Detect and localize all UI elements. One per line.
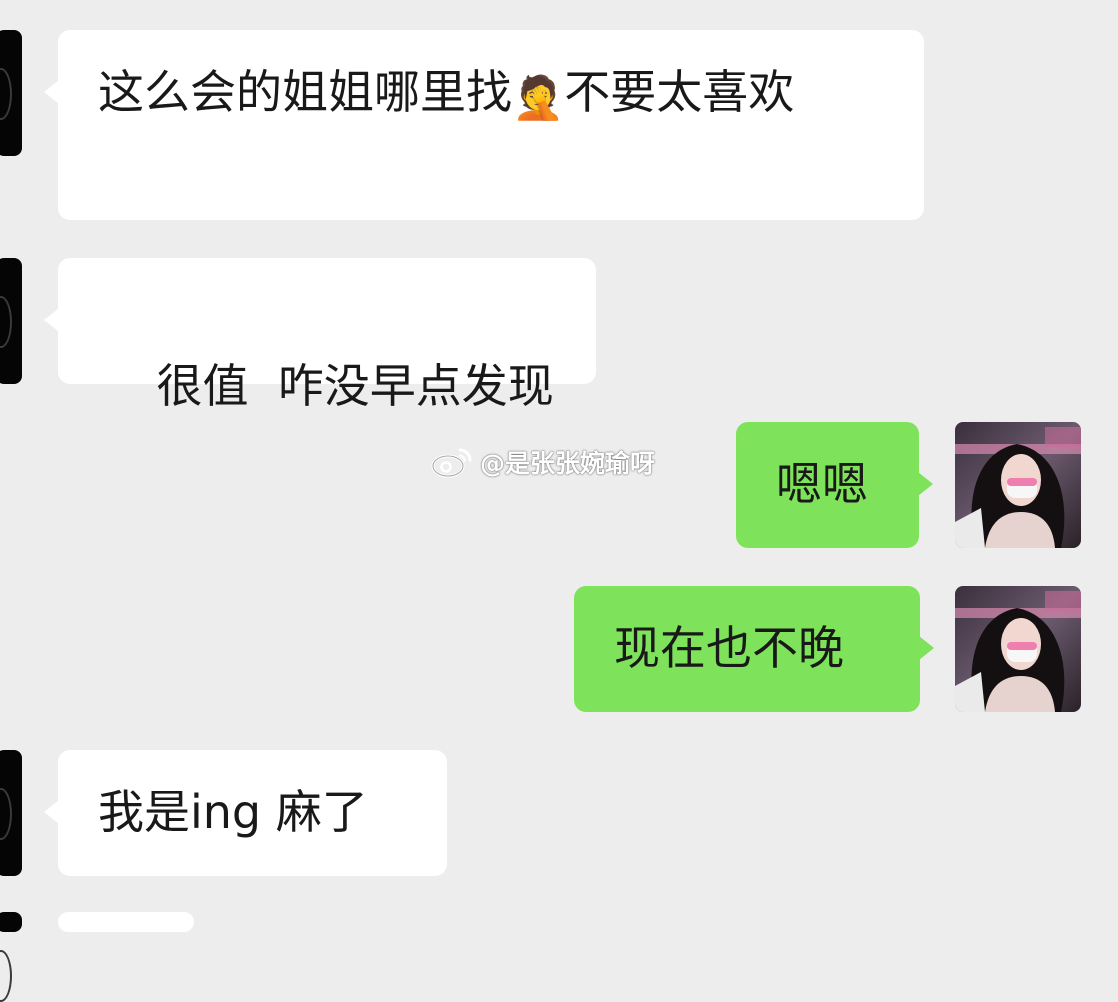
contact-avatar[interactable]: [0, 750, 22, 876]
message-bubble-incoming[interactable]: 很值 咋没早点发现: [44, 258, 596, 413]
message-text: 我是ing 麻了: [98, 785, 368, 839]
message-bubble-incoming-partial[interactable]: [58, 912, 194, 932]
contact-avatar[interactable]: [0, 30, 22, 156]
user-avatar[interactable]: [955, 422, 1081, 548]
message-bubble-incoming[interactable]: 我是ing 麻了: [44, 750, 447, 876]
user-avatar-photo: [955, 586, 1081, 712]
watermark-text: @是张张婉瑜呀: [480, 449, 656, 478]
user-avatar[interactable]: [955, 586, 1081, 712]
message-text: 这么会的姐姐哪里找: [98, 65, 512, 119]
weibo-watermark: @是张张婉瑜呀: [430, 444, 655, 480]
contact-avatar[interactable]: [0, 912, 22, 1002]
contact-avatar[interactable]: [0, 258, 22, 384]
message-text: 嗯嗯: [776, 457, 868, 511]
message-bubble-outgoing[interactable]: 现在也不晚: [574, 586, 934, 712]
message-bubble-incoming[interactable]: 这么会的姐姐哪里找🤦不要太喜欢: [44, 30, 924, 220]
message-text: 很值 咋没早点发现: [156, 359, 554, 413]
message-text: 现在也不晚: [614, 621, 844, 675]
weibo-logo-icon: [431, 448, 472, 478]
message-bubble-outgoing[interactable]: 嗯嗯: [736, 422, 933, 548]
face-palm-crying-emoji-icon: 🤦: [512, 73, 565, 122]
user-avatar-photo: [955, 422, 1081, 548]
message-text: 不要太喜欢: [564, 65, 795, 119]
